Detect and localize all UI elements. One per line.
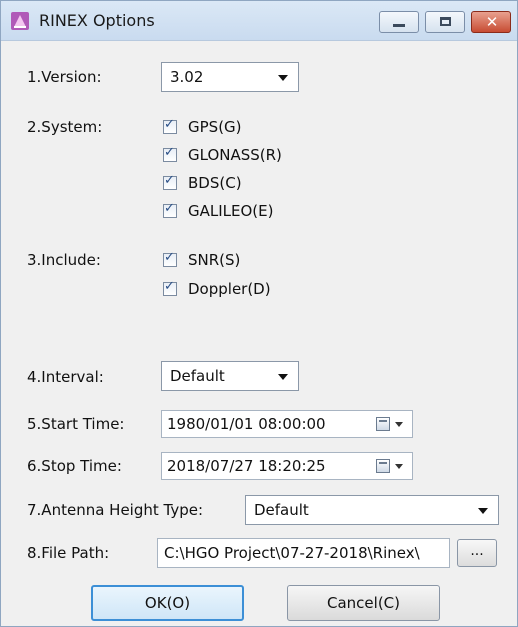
antenna-height-type-select[interactable]: Default bbox=[245, 495, 499, 525]
check-icon: ✓ bbox=[164, 201, 175, 216]
chevron-down-icon bbox=[278, 374, 288, 380]
checkbox-box[interactable]: ✓ bbox=[163, 145, 177, 162]
stop-time-label: 6.Stop Time: bbox=[27, 457, 122, 475]
checkbox-label: GALILEO(E) bbox=[188, 202, 274, 220]
browse-button[interactable]: ... bbox=[457, 539, 497, 567]
checkbox-snr[interactable]: ✓ SNR(S) bbox=[163, 249, 240, 271]
checkbox-box[interactable]: ✓ bbox=[163, 117, 177, 134]
title-bar[interactable]: RINEX Options ✕ bbox=[1, 1, 517, 41]
checkbox-galileo[interactable]: ✓ GALILEO(E) bbox=[163, 200, 274, 222]
app-icon bbox=[11, 12, 29, 30]
antenna-height-type-label: 7.Antenna Height Type: bbox=[27, 501, 204, 519]
checkbox-glonass[interactable]: ✓ GLONASS(R) bbox=[163, 144, 282, 166]
file-path-label: 8.File Path: bbox=[27, 544, 110, 562]
check-icon: ✓ bbox=[164, 117, 175, 132]
start-time-label: 5.Start Time: bbox=[27, 415, 125, 433]
chevron-down-icon[interactable] bbox=[395, 422, 403, 427]
close-button[interactable]: ✕ bbox=[471, 11, 511, 33]
include-label: 3.Include: bbox=[27, 251, 101, 269]
start-time-picker[interactable]: 1980/01/01 08:00:00 bbox=[161, 410, 413, 438]
chevron-down-icon[interactable] bbox=[395, 464, 403, 469]
close-icon: ✕ bbox=[485, 13, 499, 31]
checkbox-label: SNR(S) bbox=[188, 251, 241, 269]
interval-value: Default bbox=[170, 367, 225, 385]
checkbox-box[interactable]: ✓ bbox=[163, 173, 177, 190]
checkbox-box[interactable]: ✓ bbox=[163, 201, 177, 218]
rinex-options-dialog: RINEX Options ✕ 1.Version: 3.02 2.System… bbox=[0, 0, 518, 627]
check-icon: ✓ bbox=[164, 145, 175, 160]
checkbox-label: GPS(G) bbox=[188, 118, 242, 136]
file-path-input[interactable]: C:\HGO Project\07-27-2018\Rinex\ bbox=[157, 538, 450, 568]
interval-label: 4.Interval: bbox=[27, 368, 104, 386]
stop-time-value: 2018/07/27 18:20:25 bbox=[167, 457, 326, 475]
version-select[interactable]: 3.02 bbox=[161, 62, 299, 92]
chevron-down-icon bbox=[478, 508, 488, 514]
maximize-icon bbox=[440, 17, 451, 26]
checkbox-label: Doppler(D) bbox=[188, 280, 271, 298]
checkbox-bds[interactable]: ✓ BDS(C) bbox=[163, 172, 242, 194]
check-icon: ✓ bbox=[164, 250, 175, 265]
maximize-button[interactable] bbox=[425, 11, 465, 33]
window-title: RINEX Options bbox=[39, 11, 155, 30]
system-label: 2.System: bbox=[27, 118, 103, 136]
antenna-height-type-value: Default bbox=[254, 501, 309, 519]
checkbox-label: GLONASS(R) bbox=[188, 146, 282, 164]
check-icon: ✓ bbox=[164, 173, 175, 188]
file-path-value: C:\HGO Project\07-27-2018\Rinex\ bbox=[164, 544, 420, 562]
checkbox-gps[interactable]: ✓ GPS(G) bbox=[163, 116, 242, 138]
minimize-button[interactable] bbox=[379, 11, 419, 33]
minimize-icon bbox=[393, 24, 405, 27]
stop-time-picker[interactable]: 2018/07/27 18:20:25 bbox=[161, 452, 413, 480]
version-value: 3.02 bbox=[170, 68, 204, 86]
cancel-button[interactable]: Cancel(C) bbox=[287, 585, 440, 621]
checkbox-label: BDS(C) bbox=[188, 174, 242, 192]
checkbox-box[interactable]: ✓ bbox=[163, 279, 177, 296]
interval-select[interactable]: Default bbox=[161, 361, 299, 391]
calendar-icon[interactable] bbox=[376, 417, 390, 431]
check-icon: ✓ bbox=[164, 279, 175, 294]
ok-button[interactable]: OK(O) bbox=[91, 585, 244, 621]
chevron-down-icon bbox=[278, 75, 288, 81]
version-label: 1.Version: bbox=[27, 68, 102, 86]
checkbox-box[interactable]: ✓ bbox=[163, 250, 177, 267]
calendar-icon[interactable] bbox=[376, 459, 390, 473]
start-time-value: 1980/01/01 08:00:00 bbox=[167, 415, 326, 433]
checkbox-doppler[interactable]: ✓ Doppler(D) bbox=[163, 278, 271, 300]
